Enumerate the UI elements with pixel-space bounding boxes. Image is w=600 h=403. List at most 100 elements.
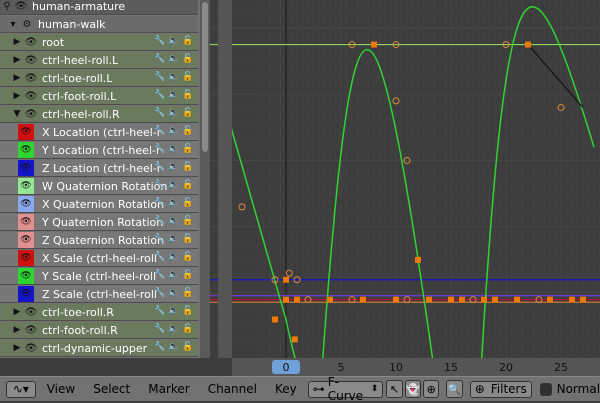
lock-icon[interactable]: 🔓 xyxy=(182,233,194,246)
wrench-icon[interactable]: 🔧 xyxy=(154,215,166,228)
channel-row[interactable]: ▶ 👁 root 🔧 🔈 🔓 xyxy=(0,34,198,51)
channel-row[interactable]: ▶ 👁 ctrl-toe-roll.R 🔧 🔈 🔓 xyxy=(0,304,198,321)
speaker-icon[interactable]: 🔈 xyxy=(168,287,180,300)
lock-icon[interactable]: 🔓 xyxy=(182,35,194,48)
channel-row[interactable]: ▾ ⚙ human-walk xyxy=(0,16,198,33)
normalize-checkbox[interactable] xyxy=(539,382,552,396)
wrench-icon[interactable]: 🔧 xyxy=(154,197,166,210)
eye-icon[interactable]: 👁 xyxy=(18,142,34,158)
eye-icon[interactable]: 👁 xyxy=(24,109,38,120)
menu-channel[interactable]: Channel xyxy=(199,382,266,396)
menu-key[interactable]: Key xyxy=(266,382,306,396)
ghost-icon[interactable]: 👻 xyxy=(404,380,422,398)
channel-row[interactable]: ▼ 👁 ctrl-heel-roll.R 🔧 🔈 🔓 xyxy=(0,106,198,123)
channel-row[interactable]: 👁 X Location (ctrl-heel-r 🔧 🔈 🔓 xyxy=(0,124,198,141)
search-icon[interactable]: 🔍 xyxy=(446,380,463,398)
wrench-icon[interactable]: 🔧 xyxy=(154,341,166,354)
channel-row[interactable]: 👁 X Quaternion Rotation 🔧 🔈 🔓 xyxy=(0,196,198,213)
channel-row[interactable]: ▶ 👁 ctrl-heel-roll.L 🔧 🔈 🔓 xyxy=(0,52,198,69)
wrench-icon[interactable]: 🔧 xyxy=(154,287,166,300)
lock-icon[interactable]: 🔓 xyxy=(182,323,194,336)
channel-scrollbar-thumb[interactable] xyxy=(202,2,208,152)
lock-icon[interactable]: 🔓 xyxy=(182,107,194,120)
speaker-icon[interactable]: 🔈 xyxy=(168,35,180,48)
speaker-icon[interactable]: 🔈 xyxy=(168,197,180,210)
wrench-icon[interactable]: 🔧 xyxy=(154,107,166,120)
lock-icon[interactable]: 🔓 xyxy=(182,197,194,210)
eye-icon[interactable]: 👁 xyxy=(18,160,34,176)
lock-icon[interactable]: 🔓 xyxy=(182,53,194,66)
lock-icon[interactable]: 🔓 xyxy=(182,71,194,84)
speaker-icon[interactable]: 🔈 xyxy=(168,89,180,102)
lock-icon[interactable]: 🔓 xyxy=(182,269,194,282)
wrench-icon[interactable]: 🔧 xyxy=(154,71,166,84)
speaker-icon[interactable]: 🔈 xyxy=(168,125,180,138)
wrench-icon[interactable]: 🔧 xyxy=(154,35,166,48)
graph-editor-canvas[interactable]: 54321 xyxy=(210,0,600,358)
wrench-icon[interactable]: 🔧 xyxy=(154,305,166,318)
wrench-icon[interactable]: 🔧 xyxy=(154,143,166,156)
eye-icon[interactable]: 👁 xyxy=(18,178,34,194)
wrench-icon[interactable]: 🔧 xyxy=(154,89,166,102)
lock-icon[interactable]: 🔓 xyxy=(182,251,194,264)
lock-icon[interactable]: 🔓 xyxy=(182,89,194,102)
menu-view[interactable]: View xyxy=(38,382,84,396)
eye-icon[interactable]: 👁 xyxy=(24,343,38,354)
wrench-icon[interactable]: 🔧 xyxy=(154,161,166,174)
lock-icon[interactable]: 🔓 xyxy=(182,287,194,300)
lock-icon[interactable]: 🔓 xyxy=(182,215,194,228)
expand-arrow-icon[interactable]: ▶ xyxy=(10,307,24,317)
eye-icon[interactable]: 👁 xyxy=(24,37,38,48)
speaker-icon[interactable]: 🔈 xyxy=(168,251,180,264)
frame-ruler[interactable]: 0 5 10 15 20 25 xyxy=(232,358,600,376)
channel-row[interactable]: 👁 Y Quaternion Rotation 🔧 🔈 🔓 xyxy=(0,214,198,231)
wrench-icon[interactable]: 🔧 xyxy=(154,269,166,282)
speaker-icon[interactable]: 🔈 xyxy=(168,305,180,318)
channel-row[interactable]: 👁 W Quaternion Rotation 🔧 🔈 🔓 xyxy=(0,178,198,195)
expand-arrow-icon[interactable]: ▶ xyxy=(10,343,24,353)
expand-arrow-icon[interactable]: ▶ xyxy=(10,91,24,101)
expand-arrow-icon[interactable]: ▶ xyxy=(10,37,24,47)
eye-icon[interactable]: 👁 xyxy=(24,307,38,318)
channel-row[interactable]: ▶ 👁 ctrl-toe-roll.L 🔧 🔈 🔓 xyxy=(0,70,198,87)
eye-icon[interactable]: 👁 xyxy=(24,91,38,102)
eye-icon[interactable]: 👁 xyxy=(24,55,38,66)
collapse-arrow-icon[interactable]: ▼ xyxy=(10,109,24,119)
menu-marker[interactable]: Marker xyxy=(139,382,198,396)
channel-scrollbar[interactable] xyxy=(200,0,210,358)
wrench-icon[interactable]: 🔧 xyxy=(154,125,166,138)
speaker-icon[interactable]: 🔈 xyxy=(168,341,180,354)
wrench-icon[interactable]: 🔧 xyxy=(154,251,166,264)
eye-icon[interactable]: 👁 xyxy=(18,196,34,212)
channel-row[interactable]: 👁 Y Location (ctrl-heel-r 🔧 🔈 🔓 xyxy=(0,142,198,159)
wrench-icon[interactable]: 🔧 xyxy=(154,53,166,66)
expand-arrow-icon[interactable]: ▾ xyxy=(6,19,20,30)
channel-row[interactable]: ⚲ 👁 human-armature xyxy=(0,0,198,15)
lock-icon[interactable]: 🔓 xyxy=(182,305,194,318)
speaker-icon[interactable]: 🔈 xyxy=(168,161,180,174)
expand-arrow-icon[interactable]: ▶ xyxy=(10,325,24,335)
speaker-icon[interactable]: 🔈 xyxy=(168,179,180,192)
select-only-icon[interactable]: ↖ xyxy=(386,380,403,398)
lock-icon[interactable]: 🔓 xyxy=(182,161,194,174)
wrench-icon[interactable]: 🔧 xyxy=(154,179,166,192)
lock-icon[interactable]: 🔓 xyxy=(182,125,194,138)
lock-icon[interactable]: 🔓 xyxy=(182,179,194,192)
eye-icon[interactable]: 👁 xyxy=(24,325,38,336)
speaker-icon[interactable]: 🔈 xyxy=(168,107,180,120)
lock-icon[interactable]: 🔓 xyxy=(182,341,194,354)
lock-icon[interactable]: 🔓 xyxy=(182,143,194,156)
channel-row[interactable]: ▶ 👁 ctrl-dynamic-upper 🔧 🔈 🔓 xyxy=(0,340,198,357)
channel-row[interactable]: 👁 Z Quaternion Rotation 🔧 🔈 🔓 xyxy=(0,232,198,249)
channel-row[interactable]: ▶ 👁 ctrl-foot-roll.L 🔧 🔈 🔓 xyxy=(0,88,198,105)
speaker-icon[interactable]: 🔈 xyxy=(168,269,180,282)
eye-icon[interactable]: 👁 xyxy=(18,250,34,266)
expand-arrow-icon[interactable]: ▶ xyxy=(10,55,24,65)
speaker-icon[interactable]: 🔈 xyxy=(168,323,180,336)
menu-select[interactable]: Select xyxy=(84,382,139,396)
channel-row[interactable]: 👁 X Scale (ctrl-heel-roll 🔧 🔈 🔓 xyxy=(0,250,198,267)
eye-icon[interactable]: 👁 xyxy=(18,268,34,284)
eye-icon[interactable]: 👁 xyxy=(18,232,34,248)
speaker-icon[interactable]: 🔈 xyxy=(168,71,180,84)
expand-arrow-icon[interactable]: ▶ xyxy=(10,73,24,83)
